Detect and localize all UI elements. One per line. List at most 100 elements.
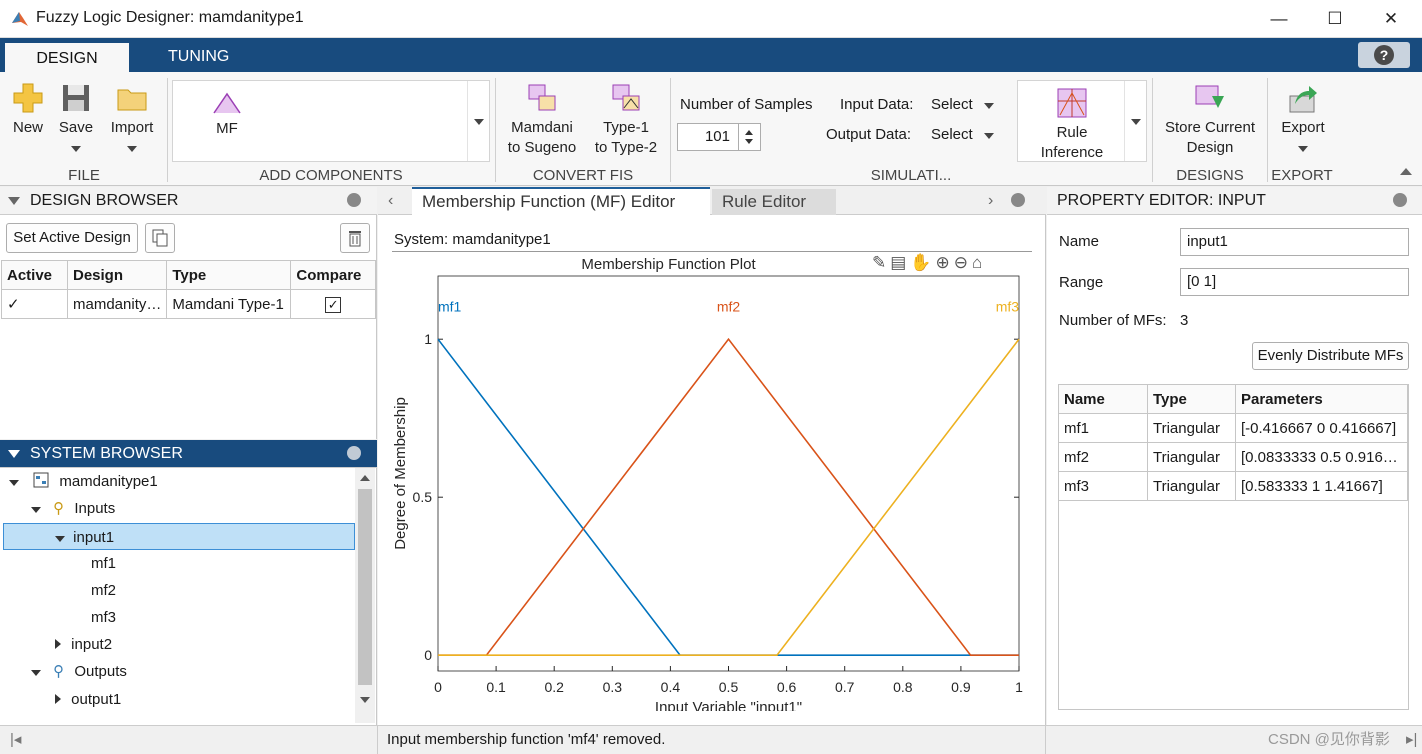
mf-type-cell[interactable]: Triangular [1147, 413, 1236, 443]
help-button[interactable]: ? [1358, 42, 1410, 68]
col-design[interactable]: Design [66, 260, 168, 290]
tree-node-inputs[interactable]: ⚲ Inputs [0, 495, 354, 522]
col-name[interactable]: Name [1058, 384, 1148, 414]
collapse-ribbon-button[interactable] [1398, 166, 1414, 180]
tab-tuning[interactable]: TUNING [154, 41, 243, 72]
tab-mf-editor[interactable]: Membership Function (MF) Editor [412, 187, 710, 215]
maximize-button[interactable]: ☐ [1312, 4, 1358, 34]
input-data-label: Input Data: [840, 96, 914, 113]
minimize-button[interactable]: — [1256, 4, 1302, 34]
rule-inference-button[interactable]: Rule Inference [1026, 87, 1118, 163]
scroll-thumb[interactable] [358, 489, 372, 685]
table-row[interactable]: mf2 Triangular [0.0833333 0.5 0.916… [1058, 442, 1408, 472]
tree-node-input2[interactable]: input2 [0, 631, 354, 658]
system-browser-title: SYSTEM BROWSER [30, 445, 183, 462]
new-button[interactable]: New [6, 82, 50, 138]
collapse-icon[interactable] [8, 197, 20, 205]
root-label: mamdanitype1 [59, 473, 158, 490]
store-current-design-button[interactable]: Store Current Design [1158, 82, 1262, 158]
tab-scroll-left-icon[interactable]: ‹ [388, 192, 393, 210]
delete-design-button[interactable] [340, 223, 370, 253]
table-row[interactable]: ✓ mamdanity… Mamdani Type-1 ✓ [1, 289, 376, 319]
mf-params-cell[interactable]: [-0.416667 0 0.416667] [1235, 413, 1408, 443]
name-field[interactable]: input1 [1180, 228, 1409, 256]
collapse-icon[interactable] [8, 450, 20, 458]
scroll-down-icon[interactable] [360, 697, 370, 703]
tree-node-mf3[interactable]: mf3 [0, 604, 116, 631]
mf-plot[interactable]: Membership Function Plot 0 0.1 0.2 0.3 0.4 0.5… [378, 251, 1046, 711]
expand-icon[interactable] [55, 536, 65, 542]
panel-options-icon[interactable] [347, 446, 361, 460]
mf-type-cell[interactable]: Triangular [1147, 442, 1236, 472]
duplicate-design-button[interactable] [145, 223, 175, 253]
fis-system-icon [33, 472, 49, 488]
copy-icon [152, 229, 168, 247]
output-data-dropdown[interactable]: Select [931, 126, 1001, 143]
output1-label: output1 [71, 691, 122, 708]
rule-gallery-expand-button[interactable] [1124, 81, 1146, 161]
store-label-2: Design [1186, 139, 1234, 156]
mf-type-cell[interactable]: Triangular [1147, 471, 1236, 501]
evenly-distribute-mfs-button[interactable]: Evenly Distribute MFs [1252, 342, 1409, 370]
range-label: Range [1059, 274, 1104, 291]
gallery-expand-button[interactable] [467, 81, 489, 161]
export-button[interactable]: Export [1272, 82, 1334, 152]
tab-scroll-right-icon[interactable]: › [988, 192, 993, 210]
expand-icon[interactable] [31, 670, 41, 676]
import-button[interactable]: Import [104, 82, 160, 152]
compare-checkbox[interactable]: ✓ [325, 296, 342, 313]
floppy-disk-icon [63, 85, 89, 111]
col-type[interactable]: Type [1147, 384, 1236, 414]
scroll-up-icon[interactable] [360, 475, 370, 481]
tab-rule-editor[interactable]: Rule Editor [712, 189, 836, 215]
col-type[interactable]: Type [166, 260, 292, 290]
system-browser-panel: SYSTEM BROWSER mamdanitype1 ⚲ Inputs inp… [0, 440, 377, 725]
table-row[interactable]: mf3 Triangular [0.583333 1 1.41667] [1058, 471, 1408, 501]
num-samples-spinner[interactable] [738, 124, 760, 150]
tree-node-mf2[interactable]: mf2 [0, 577, 116, 604]
mf-params-cell[interactable]: [0.583333 1 1.41667] [1235, 471, 1408, 501]
close-button[interactable]: ✕ [1368, 4, 1414, 34]
series-label-mf3: mf3 [996, 299, 1020, 315]
mf-name-cell[interactable]: mf1 [1058, 413, 1148, 443]
tree-node-input1[interactable]: input1 [3, 523, 355, 550]
panel-options-icon[interactable] [347, 193, 361, 207]
rule-label-2: Inference [1040, 144, 1104, 161]
col-active[interactable]: Active [1, 260, 68, 290]
triangle-mf-icon [213, 92, 241, 114]
num-samples-value: 101 [704, 128, 730, 145]
save-button[interactable]: Save [54, 82, 98, 152]
tree-node-root[interactable]: mamdanitype1 [0, 468, 354, 495]
col-parameters[interactable]: Parameters [1235, 384, 1408, 414]
tree-node-mf1[interactable]: mf1 [0, 550, 116, 577]
tab-design[interactable]: DESIGN [5, 41, 129, 72]
editor-tab-strip: ‹ Membership Function (MF) Editor Rule E… [378, 187, 1046, 215]
tree-node-output1[interactable]: output1 [0, 686, 354, 713]
input2-label: input2 [71, 636, 113, 653]
mamdani-to-sugeno-button[interactable]: Mamdani to Sugeno [500, 82, 584, 158]
expand-icon[interactable] [9, 480, 19, 486]
panel-options-icon[interactable] [1393, 193, 1407, 207]
set-active-design-button[interactable]: Set Active Design [6, 223, 138, 253]
input-data-dropdown[interactable]: Select [931, 96, 1001, 113]
expand-icon[interactable] [55, 694, 61, 704]
expand-icon[interactable] [31, 507, 41, 513]
type1-label-2: to Type-2 [594, 139, 658, 156]
add-mf-button[interactable]: MF [207, 91, 247, 139]
design-browser-header: DESIGN BROWSER [0, 187, 377, 215]
tree-scrollbar[interactable] [355, 468, 375, 723]
type1-to-type2-button[interactable]: Type-1 to Type-2 [588, 82, 664, 158]
col-compare[interactable]: Compare [290, 260, 376, 290]
mf-table: Name Type Parameters mf1 Triangular [-0.… [1058, 384, 1408, 501]
table-row[interactable]: mf1 Triangular [-0.416667 0 0.416667] [1058, 413, 1408, 443]
num-samples-input[interactable]: 101 [677, 123, 761, 151]
expand-icon[interactable] [55, 639, 61, 649]
plot-area [437, 275, 1020, 672]
range-field[interactable]: [0 1] [1180, 268, 1409, 296]
mf-params-cell[interactable]: [0.0833333 0.5 0.916… [1235, 442, 1408, 472]
mf-name-cell[interactable]: mf3 [1058, 471, 1148, 501]
y-axis-label: Degree of Membership [392, 397, 409, 550]
mf-name-cell[interactable]: mf2 [1058, 442, 1148, 472]
panel-options-icon[interactable] [1011, 193, 1025, 207]
tree-node-outputs[interactable]: ⚲ Outputs [0, 658, 354, 685]
